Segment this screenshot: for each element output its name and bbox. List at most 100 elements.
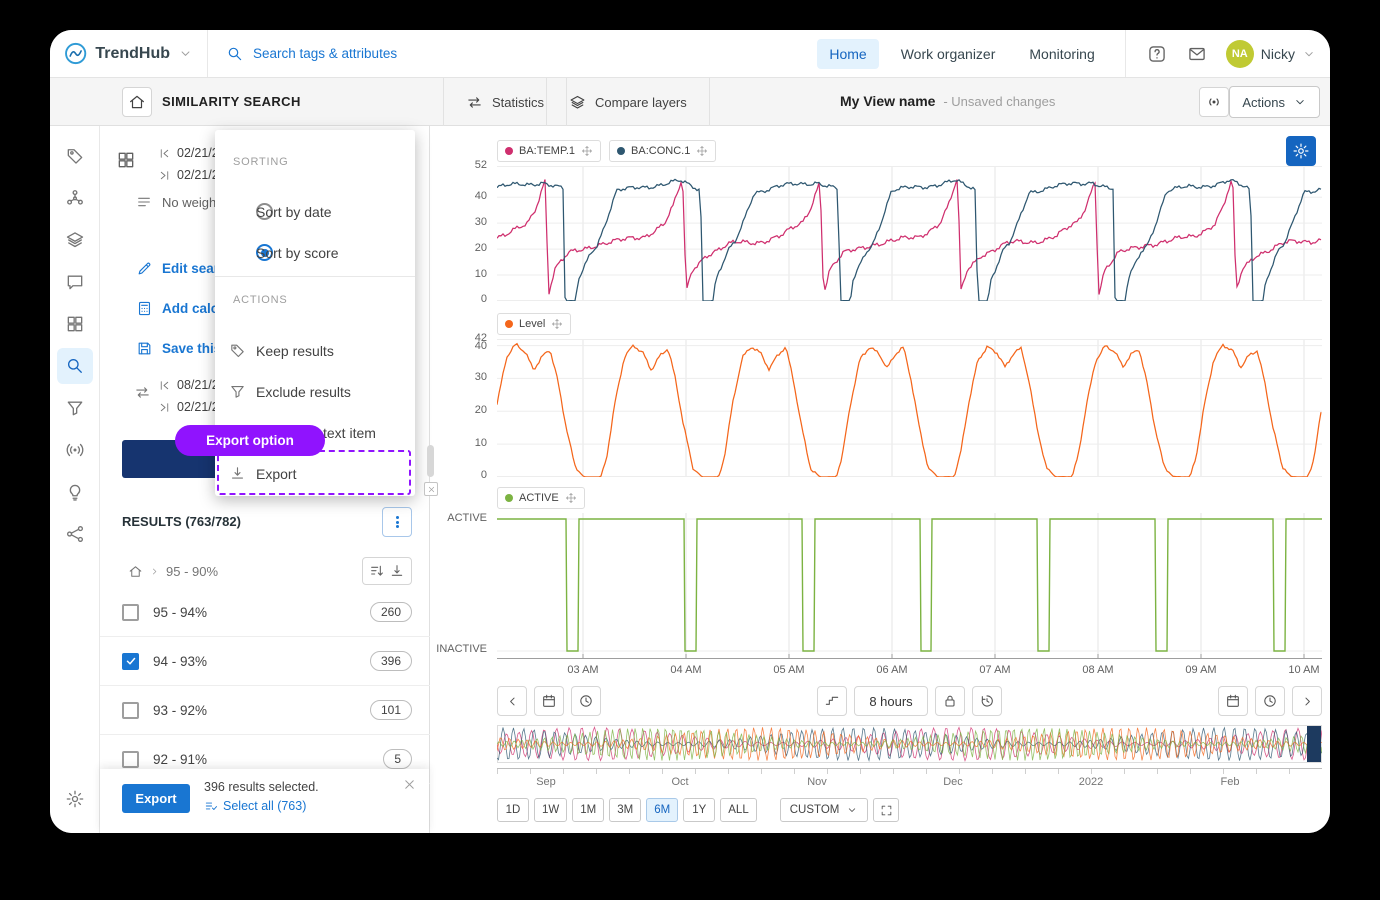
sort-icon[interactable] bbox=[369, 563, 385, 579]
rail-dashboard-button[interactable] bbox=[57, 306, 93, 342]
menu-item-sort-by-date[interactable]: Sort by date bbox=[215, 191, 415, 232]
dismiss-icon[interactable] bbox=[424, 482, 438, 496]
nav-work-organizer[interactable]: Work organizer bbox=[889, 39, 1008, 69]
y-tick: 40 bbox=[475, 190, 487, 202]
export-option-tooltip: Export option bbox=[175, 425, 325, 456]
rail-search-button[interactable] bbox=[57, 348, 93, 384]
chart-area: BA:TEMP.1 BA:CONC.1 52 40 30 20 10 0 bbox=[430, 126, 1330, 833]
home-icon[interactable] bbox=[128, 564, 143, 579]
legend-chip-level[interactable]: Level bbox=[497, 313, 571, 335]
chart-temp-conc[interactable]: 52 40 30 20 10 0 bbox=[497, 166, 1322, 301]
collapse-icon[interactable] bbox=[389, 563, 405, 579]
scrollbar-handle[interactable] bbox=[427, 445, 434, 477]
expand-icon bbox=[880, 804, 893, 817]
expand-range-button[interactable] bbox=[873, 798, 899, 822]
chart-level[interactable]: 42 40 30 20 10 0 bbox=[497, 339, 1322, 477]
search-input[interactable] bbox=[253, 46, 573, 61]
save-icon bbox=[136, 340, 153, 357]
result-row[interactable]: 95 - 94% 260 bbox=[100, 588, 430, 637]
legend-chip-active[interactable]: ACTIVE bbox=[497, 487, 585, 509]
row-checkbox[interactable] bbox=[122, 702, 139, 719]
context-overview-strip[interactable] bbox=[497, 725, 1322, 763]
menu-item-export[interactable]: Export bbox=[215, 453, 415, 494]
chart-digital-active[interactable]: ACTIVE INACTIVE bbox=[497, 513, 1322, 659]
menu-item-exclude-results[interactable]: Exclude results bbox=[215, 371, 415, 412]
history-icon bbox=[979, 693, 995, 709]
rail-workflow-button[interactable] bbox=[57, 516, 93, 552]
actions-button[interactable]: Actions bbox=[1229, 86, 1320, 118]
user-menu[interactable]: NA Nicky bbox=[1220, 40, 1316, 68]
rail-comments-button[interactable] bbox=[57, 264, 93, 300]
rail-tags-button[interactable] bbox=[57, 138, 93, 174]
result-row[interactable]: 94 - 93% 396 bbox=[100, 637, 430, 686]
pan-left-button[interactable] bbox=[497, 686, 527, 716]
swap-arrows-icon bbox=[134, 384, 151, 401]
rail-filter-button[interactable] bbox=[57, 390, 93, 426]
zoom-custom-button[interactable]: CUSTOM bbox=[780, 798, 869, 822]
close-footer-button[interactable] bbox=[402, 777, 417, 795]
menu-item-sort-by-score[interactable]: Sort by score bbox=[215, 232, 415, 273]
step-end-icon bbox=[158, 401, 171, 414]
row-checkbox[interactable] bbox=[122, 653, 139, 670]
rail-settings-button[interactable] bbox=[57, 781, 93, 817]
results-menu-button[interactable] bbox=[382, 507, 412, 537]
legend-chip-ba-conc[interactable]: BA:CONC.1 bbox=[609, 140, 716, 162]
nav-home[interactable]: Home bbox=[817, 39, 878, 69]
results-header: RESULTS (763/782) bbox=[100, 514, 430, 529]
select-all-link[interactable]: Select all (763) bbox=[204, 799, 306, 813]
zoom-1y-button[interactable]: 1Y bbox=[683, 798, 715, 822]
move-icon[interactable] bbox=[696, 145, 708, 157]
x-tick: 07 AM bbox=[979, 664, 1010, 676]
zoom-1w-button[interactable]: 1W bbox=[534, 798, 567, 822]
zoom-3m-button[interactable]: 3M bbox=[609, 798, 641, 822]
end-time-button[interactable] bbox=[1255, 686, 1285, 716]
lightbulb-icon bbox=[65, 482, 85, 502]
chevron-down-icon bbox=[1302, 47, 1316, 61]
chevron-right-icon bbox=[1300, 694, 1315, 709]
chart-settings-button[interactable] bbox=[1286, 136, 1316, 166]
menu-item-keep-results[interactable]: Keep results bbox=[215, 330, 415, 371]
trendhub-logo bbox=[64, 40, 87, 67]
zoom-6m-button[interactable]: 6M bbox=[646, 798, 678, 822]
legend-chip-ba-temp[interactable]: BA:TEMP.1 bbox=[497, 140, 601, 162]
live-mode-button[interactable] bbox=[1199, 87, 1229, 117]
messages-button[interactable] bbox=[1180, 37, 1214, 71]
history-button[interactable] bbox=[972, 686, 1002, 716]
chevron-down-icon[interactable] bbox=[178, 46, 193, 61]
rail-layers-button[interactable] bbox=[57, 222, 93, 258]
zoom-1m-button[interactable]: 1M bbox=[572, 798, 604, 822]
rail-cluster-button[interactable] bbox=[57, 180, 93, 216]
calendar-icon bbox=[541, 693, 557, 709]
row-checkbox[interactable] bbox=[122, 604, 139, 621]
help-button[interactable] bbox=[1140, 37, 1174, 71]
pan-right-button[interactable] bbox=[1292, 686, 1322, 716]
row-count-badge: 396 bbox=[370, 651, 412, 671]
nav-monitoring[interactable]: Monitoring bbox=[1017, 39, 1106, 69]
global-search[interactable] bbox=[208, 45, 588, 63]
funnel-icon bbox=[229, 383, 246, 400]
tab-compare-layers[interactable]: Compare layers bbox=[546, 78, 710, 126]
move-icon[interactable] bbox=[581, 145, 593, 157]
end-date-button[interactable] bbox=[1218, 686, 1248, 716]
rail-live-button[interactable] bbox=[57, 432, 93, 468]
move-icon[interactable] bbox=[551, 318, 563, 330]
export-button[interactable]: Export bbox=[122, 784, 190, 813]
zoom-all-button[interactable]: ALL bbox=[720, 798, 756, 822]
timeline-label: 2022 bbox=[1079, 776, 1103, 788]
trend-mode-button[interactable] bbox=[817, 686, 847, 716]
app-switcher[interactable]: TrendHub bbox=[50, 30, 208, 77]
duration-box[interactable]: 8 hours bbox=[854, 686, 927, 716]
line-chart-svg bbox=[497, 166, 1322, 301]
home-button[interactable] bbox=[122, 87, 152, 117]
zoom-1d-button[interactable]: 1D bbox=[497, 798, 529, 822]
rail-recommendations-button[interactable] bbox=[57, 474, 93, 510]
x-tick: 09 AM bbox=[1185, 664, 1216, 676]
lock-duration-button[interactable] bbox=[935, 686, 965, 716]
move-icon[interactable] bbox=[565, 492, 577, 504]
start-date-button[interactable] bbox=[534, 686, 564, 716]
row-checkbox[interactable] bbox=[122, 751, 139, 768]
result-row[interactable]: 93 - 92% 101 bbox=[100, 686, 430, 735]
row-label: 93 - 92% bbox=[153, 703, 207, 718]
start-time-button[interactable] bbox=[571, 686, 601, 716]
view-name-text: My View name bbox=[840, 93, 935, 109]
